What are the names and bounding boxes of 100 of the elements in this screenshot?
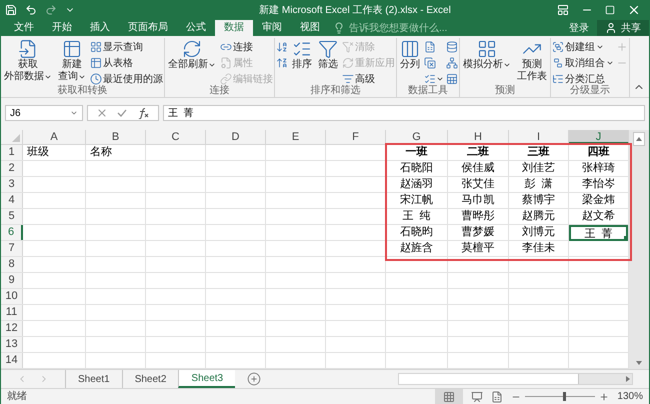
column-header[interactable]: G: [386, 130, 448, 144]
column-header[interactable]: B: [86, 130, 146, 144]
ribbon-icon-button[interactable]: [446, 55, 458, 71]
ribbon-button[interactable]: 创建组: [552, 39, 614, 55]
row-header[interactable]: 14: [1, 353, 23, 368]
sheet-tab[interactable]: Sheet3: [178, 370, 236, 388]
table-cell[interactable]: 赵腾元: [509, 209, 568, 225]
scroll-up-icon[interactable]: [635, 135, 643, 143]
ribbon-button[interactable]: 显示查询: [90, 39, 163, 55]
tell-me-field[interactable]: 告诉我您想要做什么...: [333, 20, 469, 36]
table-cell[interactable]: 曹梦媛: [448, 225, 508, 241]
ribbon-tab[interactable]: 插入: [81, 20, 119, 36]
row-header[interactable]: 9: [1, 273, 23, 288]
table-cell[interactable]: 一班: [386, 145, 447, 161]
table-cell[interactable]: 彭 潇: [509, 177, 568, 193]
table-cell[interactable]: 莫檀平: [448, 241, 508, 257]
column-header[interactable]: D: [206, 130, 266, 144]
ribbon-button-label[interactable]: 获取: [18, 59, 38, 71]
page-layout-icon[interactable]: [471, 390, 484, 402]
row-header[interactable]: 2: [1, 161, 23, 176]
command-icon[interactable]: [400, 39, 420, 59]
table-cell[interactable]: 赵文希: [569, 209, 628, 225]
tell-me-input[interactable]: 告诉我您想要做什么...: [349, 20, 469, 36]
normal-view-button[interactable]: [435, 389, 464, 404]
table-cell[interactable]: 王 菁: [569, 225, 628, 241]
check-icon[interactable]: [116, 107, 128, 119]
zoom-slider[interactable]: [525, 392, 596, 402]
ribbon-button[interactable]: 取消组合: [552, 55, 614, 71]
column-header[interactable]: F: [326, 130, 386, 144]
ribbon-tab[interactable]: 公式: [177, 20, 215, 36]
zoom-in-icon[interactable]: [599, 392, 610, 402]
table-cell[interactable]: 赵旌含: [386, 241, 447, 257]
ribbon-tab[interactable]: 页面布局: [119, 20, 177, 36]
undo-icon[interactable]: [25, 4, 37, 16]
table-cell[interactable]: 蔡博宇: [509, 193, 568, 209]
row-header[interactable]: 4: [1, 193, 23, 208]
cancel-icon[interactable]: [96, 107, 108, 119]
save-icon[interactable]: [5, 4, 17, 16]
table-cell[interactable]: 梁金炜: [569, 193, 628, 209]
table-cell[interactable]: 名称: [86, 145, 145, 161]
name-box[interactable]: J6: [5, 105, 83, 121]
table-cell[interactable]: 张艾佳: [448, 177, 508, 193]
formula-field[interactable]: 王 菁: [163, 105, 645, 121]
ribbon-button-label[interactable]: 外部数据: [4, 71, 44, 83]
row-header[interactable]: 1: [1, 145, 23, 160]
table-cell[interactable]: 石晓昀: [386, 225, 447, 241]
vertical-scrollbar[interactable]: [629, 130, 649, 369]
ribbon-button-label[interactable]: 排序: [292, 59, 312, 71]
ribbon-button[interactable]: 连接: [220, 39, 273, 55]
page-break-icon[interactable]: [491, 390, 504, 402]
ribbon-tab[interactable]: 数据: [215, 20, 253, 36]
table-cell[interactable]: 刘博元: [509, 225, 568, 241]
table-cell[interactable]: 曹晔彤: [448, 209, 508, 225]
table-cell[interactable]: 四班: [569, 145, 628, 161]
horizontal-scrollbar[interactable]: [398, 373, 633, 385]
table-cell[interactable]: 侯佳威: [448, 161, 508, 177]
ribbon-button-label[interactable]: 筛选: [318, 59, 338, 71]
scroll-down-icon[interactable]: [635, 359, 643, 367]
command-icon[interactable]: [18, 39, 38, 59]
function-icon[interactable]: [136, 107, 150, 119]
ribbon-button-label[interactable]: 查询: [58, 71, 78, 83]
row-header[interactable]: 11: [1, 305, 23, 320]
fill-handle[interactable]: [624, 236, 628, 240]
table-cell[interactable]: 刘佳艺: [509, 161, 568, 177]
ribbon-button-label[interactable]: 预测: [522, 59, 542, 71]
ribbon-icon-button[interactable]: [446, 71, 458, 87]
table-cell[interactable]: 王 纯: [386, 209, 447, 225]
table-cell[interactable]: 班级: [23, 145, 85, 161]
column-header[interactable]: H: [448, 130, 509, 144]
row-header[interactable]: 8: [1, 257, 23, 272]
row-header[interactable]: 7: [1, 241, 23, 256]
add-sheet-icon[interactable]: [247, 372, 262, 386]
share-button[interactable]: 共享: [597, 20, 649, 36]
table-cell[interactable]: 李佳未: [509, 241, 568, 257]
ribbon-tab[interactable]: 文件: [5, 20, 43, 36]
ribbon-tab[interactable]: 开始: [43, 20, 81, 36]
command-icon[interactable]: [182, 39, 202, 59]
ribbon-button-label[interactable]: 新建: [62, 59, 82, 71]
table-cell[interactable]: 马巾凯: [448, 193, 508, 209]
command-icon[interactable]: [318, 39, 338, 59]
table-cell[interactable]: 张梓琦: [569, 161, 628, 177]
table-cell[interactable]: 宋江帆: [386, 193, 447, 209]
maximize-icon[interactable]: [605, 5, 615, 15]
column-header[interactable]: J: [569, 130, 629, 144]
ribbon-button-label[interactable]: 模拟分析: [463, 59, 503, 71]
row-header[interactable]: 13: [1, 337, 23, 352]
ribbon-tab[interactable]: 审阅: [253, 20, 291, 36]
table-cell[interactable]: 三班: [509, 145, 568, 161]
table-cell[interactable]: 二班: [448, 145, 508, 161]
command-icon[interactable]: [62, 39, 82, 59]
scroll-right-icon[interactable]: [624, 375, 632, 383]
table-cell[interactable]: 李怡岑: [569, 177, 628, 193]
table-cell[interactable]: 赵涵羽: [386, 177, 447, 193]
ribbon-tab[interactable]: 视图: [291, 20, 329, 36]
ribbon-button-label[interactable]: 工作表: [517, 71, 547, 83]
column-header[interactable]: E: [266, 130, 326, 144]
table-cell[interactable]: 石晓阳: [386, 161, 447, 177]
column-header[interactable]: C: [146, 130, 206, 144]
ribbon-button-label[interactable]: 分列: [400, 59, 420, 71]
zoom-thumb[interactable]: [562, 392, 566, 401]
